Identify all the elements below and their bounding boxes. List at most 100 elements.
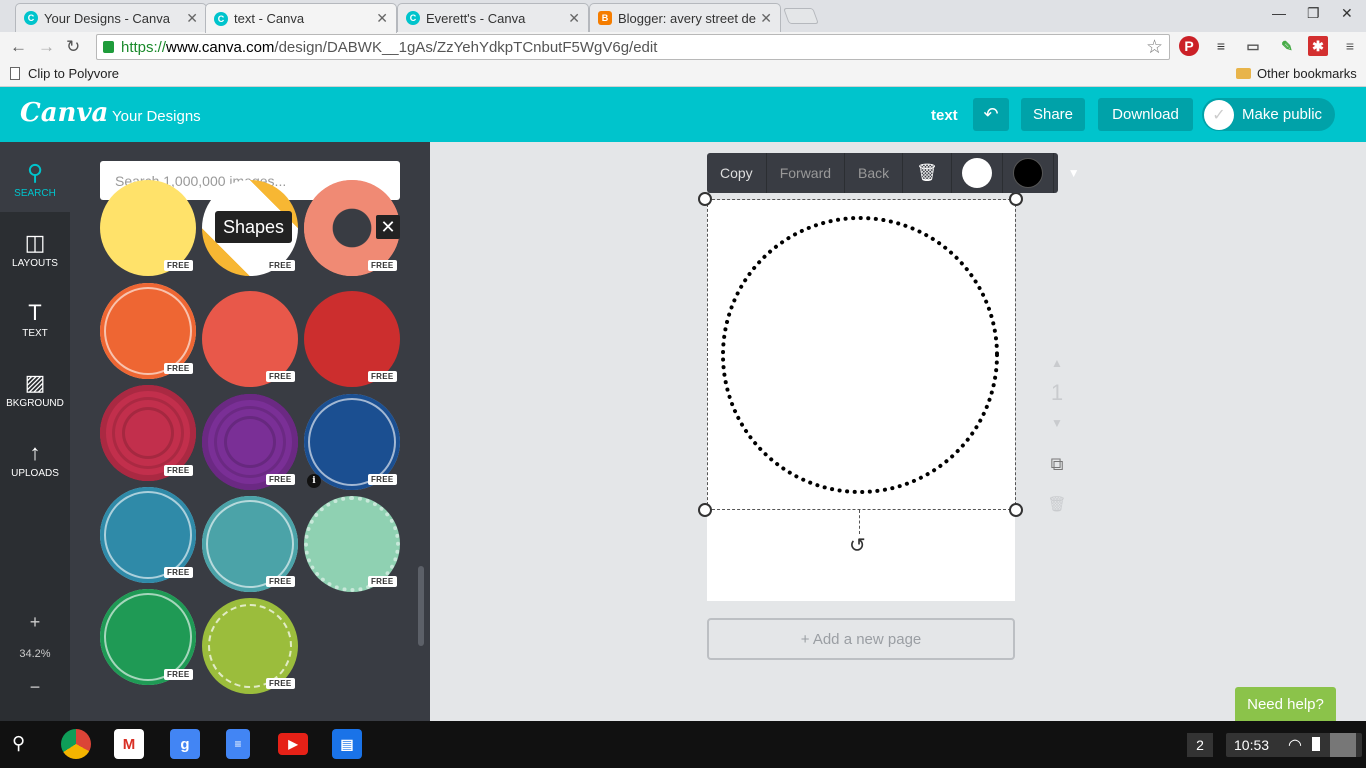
chrome-icon[interactable] <box>61 729 91 759</box>
launcher-search-icon[interactable]: ⚲ <box>12 733 25 754</box>
zoom-out-button[interactable]: − <box>0 677 70 698</box>
close-tab-icon[interactable]: ✕ <box>186 10 198 27</box>
left-rail: ⚲ SEARCH ◫ LAYOUTS T TEXT ▨ BKGROUND ↑ U… <box>0 142 70 721</box>
reload-icon[interactable]: ↻ <box>66 37 80 57</box>
search-icon: ⚲ <box>26 160 44 185</box>
avatar <box>1330 733 1356 757</box>
copy-button[interactable]: Copy <box>707 153 767 193</box>
resize-handle[interactable] <box>698 503 712 517</box>
menu-icon[interactable]: ≡ <box>1340 36 1360 56</box>
page-up-icon[interactable]: ▲ <box>1045 356 1069 370</box>
canva-logo[interactable]: Canva <box>20 98 108 128</box>
forward-arrow-icon[interactable]: → <box>38 37 55 57</box>
page-down-icon[interactable]: ▼ <box>1045 416 1069 430</box>
browser-tab-active[interactable]: C text - Canva ✕ <box>205 3 397 33</box>
rail-uploads[interactable]: ↑ UPLOADS <box>0 440 70 479</box>
swatch-black <box>1012 158 1043 188</box>
zoom-in-button[interactable]: + <box>0 612 70 633</box>
page-number: 1 <box>1050 380 1064 405</box>
canva-icon: C <box>406 11 420 25</box>
lastpass-icon[interactable]: ✱ <box>1308 36 1328 56</box>
close-tab-icon[interactable]: ✕ <box>760 10 772 27</box>
text-icon: T <box>28 300 42 325</box>
fill-white-swatch[interactable] <box>952 153 1003 193</box>
selection-box <box>707 199 1016 510</box>
close-window-icon[interactable]: ✕ <box>1341 5 1353 22</box>
browser-tab[interactable]: B Blogger: avery street des ✕ <box>589 3 781 32</box>
pinterest-icon[interactable]: P <box>1179 36 1199 56</box>
files-icon[interactable]: ▤ <box>332 729 362 759</box>
wifi-icon: ◠ <box>1288 737 1302 754</box>
your-designs-link[interactable]: Your Designs <box>112 108 201 125</box>
resize-handle[interactable] <box>1009 503 1023 517</box>
bookmark-star-icon[interactable]: ☆ <box>1146 36 1163 59</box>
rail-background[interactable]: ▨ BKGROUND <box>0 370 70 409</box>
docs-icon[interactable]: ≡ <box>226 729 250 759</box>
info-icon[interactable]: i <box>307 474 321 488</box>
free-badge: FREE <box>368 371 397 382</box>
cast-icon[interactable]: ▭ <box>1243 36 1263 56</box>
make-public-toggle[interactable]: ✓ Make public <box>1202 98 1335 131</box>
undo-button[interactable]: ↶ <box>973 98 1009 131</box>
rail-text[interactable]: T TEXT <box>0 300 70 339</box>
bookmark-other[interactable]: Other bookmarks <box>1236 66 1357 81</box>
minimize-icon[interactable]: — <box>1272 5 1286 21</box>
gmail-icon[interactable]: M <box>114 729 144 759</box>
close-tab-icon[interactable]: ✕ <box>376 10 388 27</box>
design-name[interactable]: text <box>931 107 958 124</box>
buffer-icon[interactable]: ≡ <box>1211 36 1231 56</box>
resize-handle[interactable] <box>698 192 712 206</box>
upload-icon: ↑ <box>29 440 41 465</box>
shapes-tooltip: Shapes <box>215 211 293 243</box>
free-badge: FREE <box>266 576 295 587</box>
restore-icon[interactable]: ❐ <box>1307 5 1320 22</box>
delete-page-icon[interactable]: 🗑 <box>1045 495 1069 513</box>
zoom-level: 34.2% <box>19 648 51 660</box>
layouts-icon: ◫ <box>24 230 46 255</box>
youtube-icon[interactable]: ▶ <box>278 733 308 755</box>
forward-button[interactable]: Forward <box>767 153 846 193</box>
canva-header: Canva Your Designs text ↶ Share Download… <box>0 87 1366 142</box>
os-taskbar: ⚲ M g ≡ ▶ ▤ 2 10:53 ◠ <box>0 721 1366 768</box>
element-toolbar: Copy Forward Back 🗑 ▼ <box>707 153 1080 193</box>
undo-icon: ↶ <box>983 104 999 124</box>
swatch-white <box>961 158 992 188</box>
close-tab-icon[interactable]: ✕ <box>568 10 580 27</box>
add-page-button[interactable]: + Add a new page <box>707 618 1015 660</box>
free-badge: FREE <box>368 260 397 271</box>
status-area[interactable]: 10:53 ◠ <box>1226 733 1362 757</box>
check-icon: ✓ <box>1204 99 1234 130</box>
bookmark-clip-to-polyvore[interactable]: Clip to Polyvore <box>10 66 119 81</box>
eyedropper-icon[interactable]: ✎ <box>1277 36 1297 56</box>
background-icon: ▨ <box>24 370 46 395</box>
need-help-button[interactable]: Need help? <box>1235 687 1336 721</box>
notification-count[interactable]: 2 <box>1187 733 1213 757</box>
rail-search[interactable]: ⚲ SEARCH <box>0 160 70 199</box>
clock: 10:53 <box>1234 737 1270 753</box>
new-tab-button[interactable] <box>783 8 819 24</box>
download-button[interactable]: Download <box>1098 98 1193 131</box>
folder-icon <box>1236 68 1251 79</box>
free-badge: FREE <box>164 567 193 578</box>
trash-icon[interactable]: 🗑 <box>903 153 952 193</box>
free-badge: FREE <box>164 363 193 374</box>
blogger-icon: B <box>598 11 612 25</box>
battery-icon <box>1312 737 1320 751</box>
close-icon[interactable]: ✕ <box>376 215 400 239</box>
panel-scrollbar[interactable] <box>418 566 424 646</box>
share-button[interactable]: Share <box>1021 98 1085 131</box>
back-arrow-icon[interactable]: ← <box>10 37 27 57</box>
fill-black-swatch[interactable] <box>1003 153 1054 193</box>
rail-layouts[interactable]: ◫ LAYOUTS <box>0 230 70 269</box>
chevron-down-icon[interactable]: ▼ <box>1054 153 1094 193</box>
free-badge: FREE <box>368 474 397 485</box>
duplicate-page-icon[interactable]: ⧉ <box>1045 454 1069 475</box>
google-search-icon[interactable]: g <box>170 729 200 759</box>
rotate-icon[interactable]: ↺ <box>849 533 866 558</box>
resize-handle[interactable] <box>1009 192 1023 206</box>
free-badge: FREE <box>266 260 295 271</box>
browser-tab[interactable]: C Your Designs - Canva ✕ <box>15 3 207 32</box>
address-bar[interactable]: https://www.canva.com/design/DABWK__1gAs… <box>96 34 1170 60</box>
back-button[interactable]: Back <box>845 153 904 193</box>
browser-tab[interactable]: C Everett's - Canva ✕ <box>397 3 589 32</box>
